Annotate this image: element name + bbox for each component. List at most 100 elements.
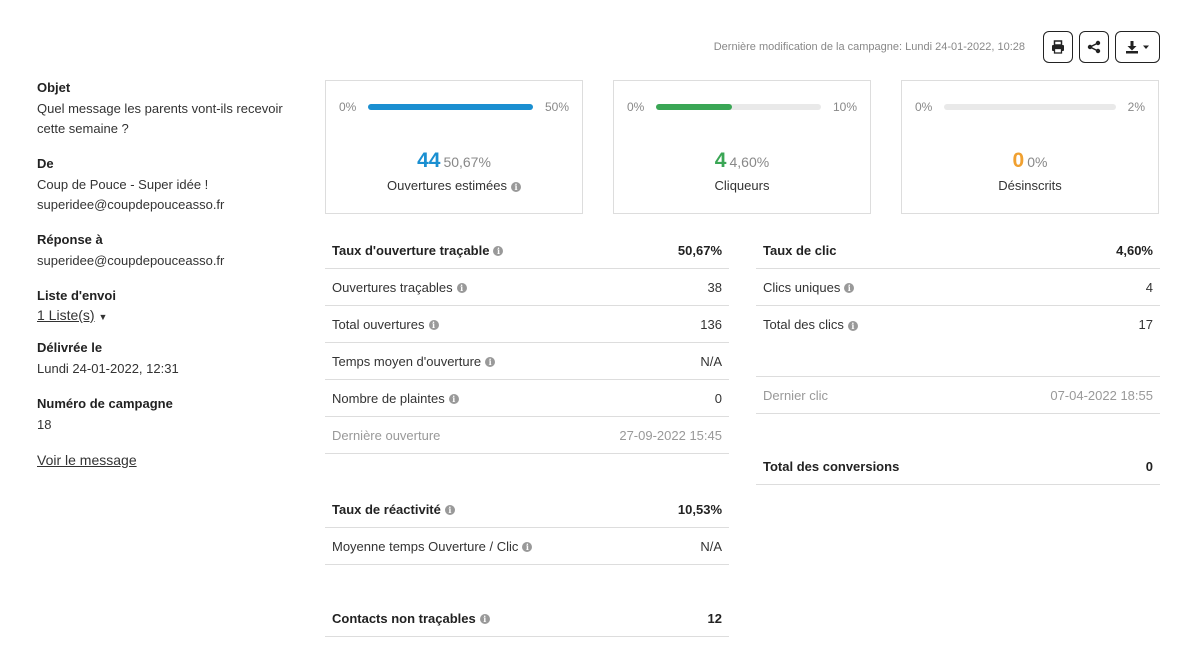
stat-card-clickers: 0% 10% 4 4,60% Cliqueurs — [613, 80, 871, 214]
row-value: 07-04-2022 18:55 — [1050, 387, 1153, 403]
row-label: Dernière ouverture — [332, 427, 441, 443]
stat-count: 0 — [1012, 149, 1025, 172]
info-icon[interactable]: i — [479, 614, 490, 625]
table-row: Temps moyen d'ouverture i N/A — [325, 343, 729, 380]
row-value: 4 — [1145, 279, 1153, 295]
subject-value: Quel message les parents vont-ils recevo… — [37, 101, 283, 136]
last-modified-text: Dernière modification de la campagne: Lu… — [713, 41, 1025, 53]
row-value: 50,67% — [677, 242, 722, 258]
info-icon[interactable]: i — [485, 357, 496, 368]
mailing-list-dropdown[interactable]: 1 Liste(s) ▼ — [37, 307, 307, 323]
row-label: Contacts non traçables — [332, 610, 476, 626]
clicks-table: Taux de clic 4,60% Clics uniques i 4 Total … — [756, 232, 1160, 343]
row-label: Total des conversions — [763, 458, 900, 474]
stat-label: Cliqueurs — [714, 178, 770, 193]
progress-min: 0% — [627, 100, 645, 114]
delivered-value: Lundi 24-01-2022, 12:31 — [37, 361, 179, 376]
untracked-table: Contacts non traçables i 12 — [325, 600, 729, 637]
table-row: Clics uniques i 4 — [756, 269, 1160, 306]
share-button[interactable] — [1079, 31, 1109, 63]
printer-icon — [1052, 40, 1064, 54]
campaign-details: Objet Quel message les parents vont-ils … — [37, 80, 307, 468]
campaign-number-value: 18 — [37, 417, 52, 432]
row-label: Moyenne temps Ouverture / Clic — [332, 538, 519, 554]
table-row: Taux de clic 4,60% — [756, 232, 1160, 269]
stat-label: Ouvertures estimées — [387, 178, 507, 193]
row-value: 12 — [707, 610, 722, 626]
stat-card-unsubscribed: 0% 2% 0 0% Désinscrits — [901, 80, 1159, 214]
header-toolbar: Dernière modification de la campagne: Lu… — [714, 31, 1160, 63]
share-icon — [1087, 40, 1101, 54]
row-value: 17 — [1138, 317, 1153, 332]
row-label: Taux d'ouverture traçable — [332, 242, 490, 258]
table-row: Dernier clic 07-04-2022 18:55 — [756, 377, 1160, 414]
stat-caption: Cliqueurs — [614, 178, 870, 193]
progress-min: 0% — [915, 100, 933, 114]
info-icon[interactable]: i — [493, 246, 504, 257]
progress-fill — [368, 104, 533, 110]
progress-track — [656, 104, 821, 110]
reply-to-email: superidee@coupdepouceasso.fr — [37, 253, 225, 268]
row-label: Temps moyen d'ouverture — [332, 353, 482, 369]
info-icon[interactable]: i — [428, 320, 439, 331]
row-value: N/A — [700, 538, 722, 554]
progress-bar: 0% 2% — [915, 100, 1145, 114]
progress-bar: 0% 10% — [627, 100, 857, 114]
last-click-table: Dernier clic 07-04-2022 18:55 — [756, 376, 1160, 414]
info-icon[interactable]: i — [847, 320, 858, 331]
row-value: 38 — [707, 279, 722, 295]
caret-down-icon — [1143, 45, 1149, 49]
print-button[interactable] — [1043, 31, 1073, 63]
caret-down-icon: ▼ — [98, 312, 108, 322]
info-icon[interactable]: i — [456, 283, 467, 294]
progress-bar: 0% 50% — [339, 100, 569, 114]
from-name: Coup de Pouce - Super idée ! — [37, 177, 209, 192]
download-icon — [1126, 41, 1138, 54]
row-label: Taux de clic — [763, 242, 837, 258]
row-label: Dernier clic — [763, 387, 829, 403]
row-label: Total ouvertures — [332, 316, 425, 332]
progress-max: 2% — [1127, 100, 1145, 114]
row-value: N/A — [700, 353, 722, 369]
progress-max: 10% — [832, 100, 857, 114]
progress-track — [944, 104, 1116, 110]
info-icon[interactable]: i — [522, 542, 533, 553]
from-email: superidee@coupdepouceasso.fr — [37, 197, 225, 212]
mailing-list-label: Liste d'envoi — [37, 288, 116, 303]
row-value: 0 — [714, 390, 722, 406]
view-message-link[interactable]: Voir le message — [37, 452, 307, 468]
progress-max: 50% — [544, 100, 569, 114]
reactivity-table: Taux de réactivité i 10,53% Moyenne temps … — [325, 491, 729, 565]
stat-caption: Ouvertures estimées i — [326, 178, 582, 193]
row-value: 27-09-2022 15:45 — [619, 427, 722, 443]
row-label: Nombre de plaintes — [332, 390, 445, 406]
table-row: Dernière ouverture 27-09-2022 15:45 — [325, 417, 729, 454]
table-row: Total des clics i 17 — [756, 306, 1160, 343]
row-value: 136 — [700, 316, 722, 332]
table-row: Nombre de plaintes i 0 — [325, 380, 729, 417]
subject-label: Objet — [37, 80, 71, 95]
stat-percent: 0% — [1027, 154, 1048, 170]
opens-table: Taux d'ouverture traçable i 50,67% Ouvertu… — [325, 232, 729, 454]
table-row: Taux d'ouverture traçable i 50,67% — [325, 232, 729, 269]
progress-track — [368, 104, 533, 110]
table-row: Contacts non traçables i 12 — [325, 600, 729, 637]
stat-label: Désinscrits — [998, 178, 1062, 193]
table-row: Total ouvertures i 136 — [325, 306, 729, 343]
download-dropdown-button[interactable] — [1115, 31, 1160, 63]
stat-percent: 50,67% — [443, 154, 491, 170]
info-icon[interactable]: i — [510, 181, 521, 192]
info-icon[interactable]: i — [448, 394, 459, 405]
info-icon[interactable]: i — [444, 505, 455, 516]
row-label: Clics uniques — [763, 279, 841, 295]
info-icon[interactable]: i — [844, 283, 855, 294]
row-value: 4,60% — [1116, 242, 1153, 258]
stat-caption: Désinscrits — [902, 178, 1158, 193]
conversions-table: Total des conversions 0 — [756, 448, 1160, 485]
reply-to-label: Réponse à — [37, 232, 103, 247]
progress-min: 0% — [339, 100, 357, 114]
stat-count: 4 — [714, 149, 727, 172]
table-row: Taux de réactivité i 10,53% — [325, 491, 729, 528]
row-label: Total des clics — [763, 317, 844, 332]
delivered-label: Délivrée le — [37, 340, 103, 355]
